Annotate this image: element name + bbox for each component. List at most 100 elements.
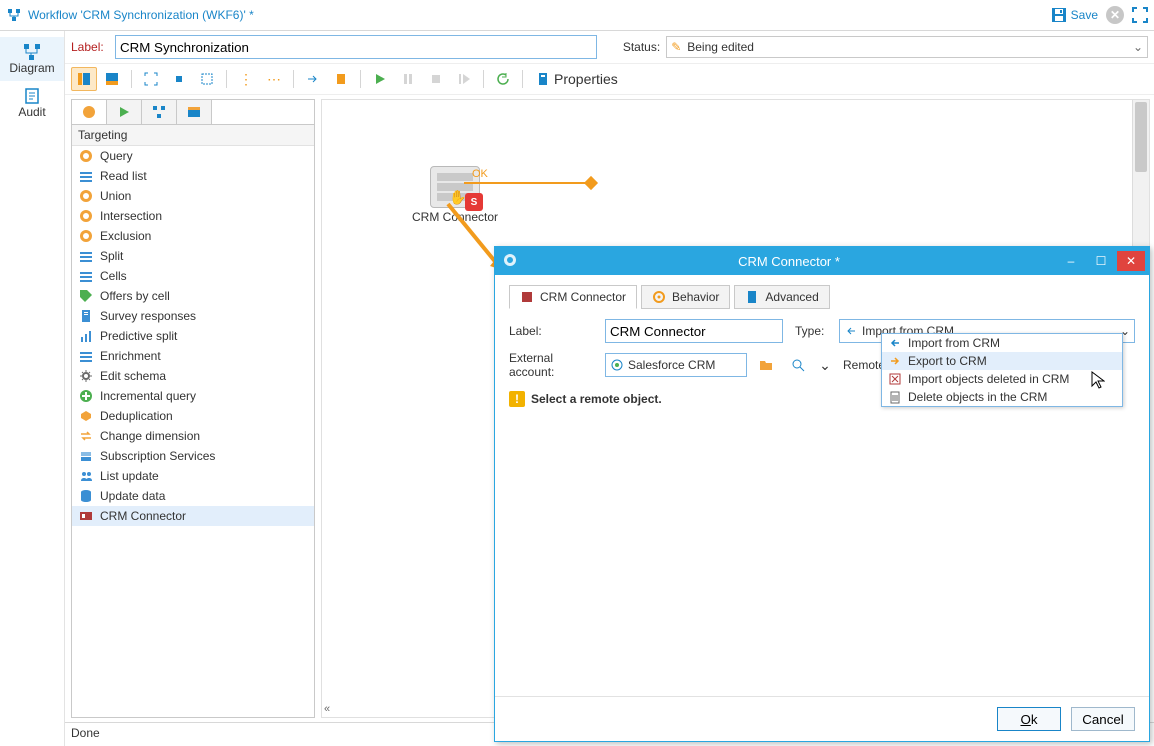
palette-item-label: Survey responses <box>100 309 196 323</box>
minimize-button[interactable]: – <box>1057 251 1085 271</box>
node-label: CRM Connector <box>412 210 498 224</box>
palette-item[interactable]: Exclusion <box>72 226 314 246</box>
pause-button[interactable] <box>395 67 421 91</box>
workflow-label-input[interactable] <box>115 35 597 59</box>
palette-item[interactable]: Incremental query <box>72 386 314 406</box>
fullscreen-button[interactable] <box>1132 7 1148 23</box>
type-option[interactable]: Import from CRM <box>882 334 1122 352</box>
palette-item-label: CRM Connector <box>100 509 186 523</box>
label-caption: Label: <box>71 40 109 54</box>
dlg-extacct-select[interactable]: Salesforce CRM <box>605 353 747 377</box>
show-progress-button[interactable] <box>300 67 326 91</box>
activity-icon <box>78 348 94 364</box>
properties-button[interactable]: Properties <box>529 67 625 91</box>
align-horizontal-button[interactable]: ⋯ <box>261 67 287 91</box>
palette-item[interactable]: Survey responses <box>72 306 314 326</box>
activity-icon <box>78 288 94 304</box>
close-button[interactable]: ✕ <box>1117 251 1145 271</box>
palette-item[interactable]: Subscription Services <box>72 446 314 466</box>
palette-item-label: Union <box>100 189 131 203</box>
palette-tab-targeting[interactable] <box>72 100 107 124</box>
tab-behavior[interactable]: Behavior <box>641 285 730 309</box>
palette-item-label: Split <box>100 249 123 263</box>
sidebar-item-label: Audit <box>18 105 45 119</box>
palette-item[interactable]: Query <box>72 146 314 166</box>
palette-item[interactable]: Enrichment <box>72 346 314 366</box>
zoom-fit-button[interactable] <box>138 67 164 91</box>
palette-item[interactable]: Split <box>72 246 314 266</box>
toggle-palette-button[interactable] <box>71 67 97 91</box>
edge-ok[interactable] <box>464 182 590 184</box>
dlg-extacct-value: Salesforce CRM <box>628 358 715 372</box>
palette-item[interactable]: Cells <box>72 266 314 286</box>
palette-item[interactable]: Predictive split <box>72 326 314 346</box>
palette-item[interactable]: Union <box>72 186 314 206</box>
type-option[interactable]: Export to CRM <box>882 352 1122 370</box>
tab-advanced[interactable]: Advanced <box>734 285 829 309</box>
cursor-icon: ✋ <box>449 189 466 206</box>
activity-icon <box>78 488 94 504</box>
palette-item-label: List update <box>100 469 159 483</box>
palette-item[interactable]: Offers by cell <box>72 286 314 306</box>
palette-item-label: Change dimension <box>100 429 200 443</box>
palette-item[interactable]: Intersection <box>72 206 314 226</box>
dlg-label-input[interactable] <box>605 319 783 343</box>
cancel-button[interactable]: Cancel <box>1071 707 1135 731</box>
stop-button[interactable] <box>423 67 449 91</box>
tab-crm-connector[interactable]: CRM Connector <box>509 285 637 309</box>
palette-group-header: Targeting <box>72 125 314 146</box>
canvas-collapse-button[interactable]: « <box>324 703 330 715</box>
toggle-minimap-button[interactable] <box>99 67 125 91</box>
palette-item-label: Query <box>100 149 133 163</box>
palette-item-label: Exclusion <box>100 229 151 243</box>
activity-icon <box>78 468 94 484</box>
activity-palette: Targeting Query Read list Union Intersectio… <box>71 99 315 718</box>
close-detail-button[interactable]: ✕ <box>1106 6 1124 24</box>
palette-item-label: Subscription Services <box>100 449 215 463</box>
start-button[interactable] <box>367 67 393 91</box>
palette-item[interactable]: Read list <box>72 166 314 186</box>
save-button[interactable]: Save <box>1051 7 1098 23</box>
dialog-titlebar[interactable]: CRM Connector * – ☐ ✕ <box>495 247 1149 275</box>
type-option[interactable]: Import objects deleted in CRM <box>882 370 1122 388</box>
palette-tab-actions[interactable] <box>142 100 177 124</box>
dialog-icon <box>503 253 519 269</box>
show-log-button[interactable] <box>328 67 354 91</box>
folder-button[interactable] <box>753 353 779 377</box>
tab-label: Advanced <box>765 290 818 304</box>
type-option[interactable]: Delete objects in the CRM <box>882 388 1122 406</box>
palette-item[interactable]: List update <box>72 466 314 486</box>
sidebar-item-diagram[interactable]: Diagram <box>0 37 64 81</box>
step-button[interactable] <box>451 67 477 91</box>
palette-item-label: Deduplication <box>100 409 173 423</box>
palette-item[interactable]: CRM Connector <box>72 506 314 526</box>
status-select[interactable]: ✎ Being edited ⌄ <box>666 36 1148 58</box>
search-button[interactable] <box>785 353 811 377</box>
zoom-selection-button[interactable] <box>194 67 220 91</box>
sidebar-item-audit[interactable]: Audit <box>0 81 64 125</box>
palette-item[interactable]: Edit schema <box>72 366 314 386</box>
activity-icon <box>78 188 94 204</box>
palette-item[interactable]: Deduplication <box>72 406 314 426</box>
palette-item-label: Predictive split <box>100 329 177 343</box>
palette-item[interactable]: Update data <box>72 486 314 506</box>
palette-tab-flow[interactable] <box>107 100 142 124</box>
maximize-button[interactable]: ☐ <box>1087 251 1115 271</box>
palette-item[interactable]: Change dimension <box>72 426 314 446</box>
activity-icon <box>78 408 94 424</box>
zoom-actual-button[interactable] <box>166 67 192 91</box>
tab-label: Behavior <box>672 290 719 304</box>
palette-tab-events[interactable] <box>177 100 212 124</box>
ok-button[interactable]: OOkk <box>997 707 1061 731</box>
save-icon <box>1051 7 1067 23</box>
type-dropdown-list: Import from CRMExport to CRMImport objec… <box>881 333 1123 407</box>
extacct-chevron-button[interactable]: ⌄ <box>817 353 833 377</box>
dialog-footer: OOkk Cancel <box>495 696 1149 741</box>
activity-icon <box>78 448 94 464</box>
align-vertical-button[interactable]: ⋮ <box>233 67 259 91</box>
activity-icon <box>78 168 94 184</box>
refresh-button[interactable] <box>490 67 516 91</box>
main-toolbar: ⋮ ⋯ Properties <box>65 63 1154 95</box>
activity-icon <box>78 308 94 324</box>
window-title: Workflow 'CRM Synchronization (WKF6)' * <box>28 8 254 22</box>
